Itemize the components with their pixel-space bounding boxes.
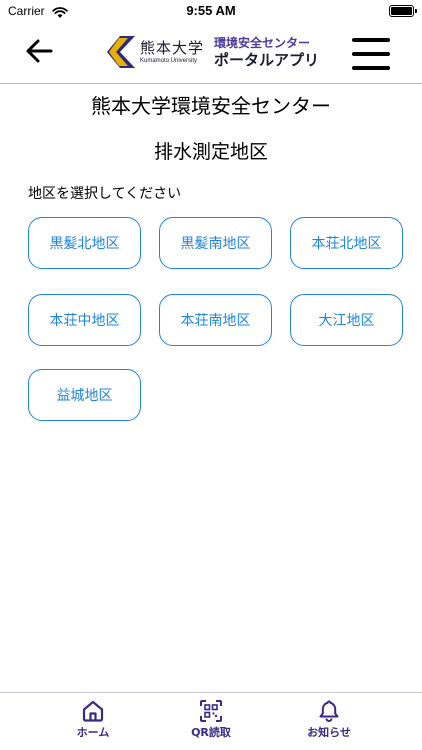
battery-icon (389, 5, 417, 17)
logo-university-roman: Kumamoto University (140, 58, 198, 64)
page-subtitle: 排水測定地区 (153, 141, 268, 163)
district-button-honjo-minami[interactable]: 本荘南地区 (159, 294, 272, 346)
bottom-tab-bar: ホーム QR読取 お知らせ (0, 692, 422, 750)
page-title: 熊本大学環境安全センター (91, 94, 331, 118)
district-button-honjo-kita[interactable]: 本荘北地区 (290, 217, 403, 269)
bell-icon (319, 700, 339, 722)
clock: 9:55 AM (186, 3, 236, 18)
qr-scan-icon (200, 700, 222, 722)
district-button-oe[interactable]: 大江地区 (290, 294, 403, 346)
tab-notifications[interactable]: お知らせ (289, 699, 369, 740)
logo-app-name-bottom: ポータルアプリ (214, 50, 320, 69)
app-header: 熊本大学 Kumamoto University 環境安全センター ポータルアプ… (0, 24, 422, 84)
app-logo: 熊本大学 Kumamoto University 環境安全センター ポータルアプ… (106, 34, 319, 70)
district-button-honjo-naka[interactable]: 本荘中地区 (28, 294, 141, 346)
university-emblem-icon (107, 36, 135, 68)
home-icon (82, 700, 104, 722)
arrow-left-icon (26, 39, 53, 63)
district-button-mashiki[interactable]: 益城地区 (28, 369, 141, 421)
tab-qr-scan[interactable]: QR読取 (171, 699, 251, 740)
hamburger-icon-bar (352, 66, 390, 70)
selection-prompt: 地区を選択してください (28, 186, 182, 202)
district-button-kurokami-minami[interactable]: 黒髪南地区 (159, 217, 272, 269)
status-bar: Carrier 9:55 AM (0, 0, 422, 24)
logo-app-name-top: 環境安全センター (214, 35, 311, 50)
menu-button[interactable] (352, 38, 390, 70)
logo-university-name: 熊本大学 (140, 39, 205, 57)
hamburger-icon-bar (352, 52, 390, 56)
district-button-kurokami-kita[interactable]: 黒髪北地区 (28, 217, 141, 269)
back-button[interactable] (22, 34, 56, 68)
tab-home-label: ホーム (76, 726, 110, 739)
tab-home[interactable]: ホーム (53, 699, 133, 740)
hamburger-icon (352, 38, 390, 42)
tab-notifications-label: お知らせ (307, 726, 351, 739)
tab-qr-scan-label: QR読取 (191, 726, 231, 739)
